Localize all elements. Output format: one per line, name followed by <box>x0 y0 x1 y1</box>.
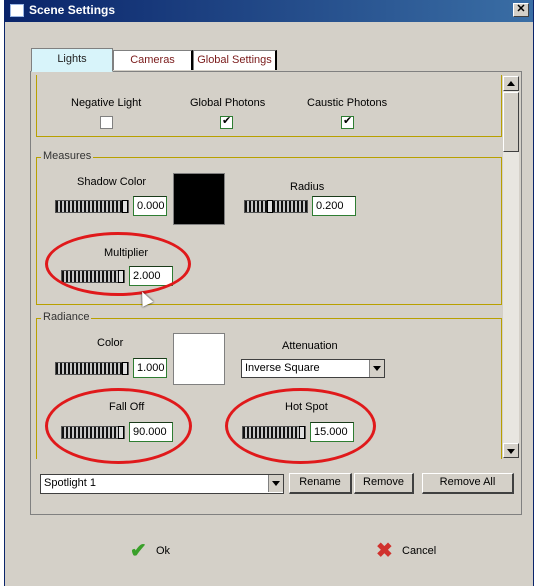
negative-light-label: Negative Light <box>71 97 142 109</box>
chevron-down-icon[interactable] <box>268 475 283 492</box>
checkmark-icon: ✔ <box>130 540 147 562</box>
negative-light-checkbox[interactable] <box>100 116 113 129</box>
hot-spot-input[interactable]: 15.000 <box>310 422 354 442</box>
light-select-value: Spotlight 1 <box>44 477 96 489</box>
global-photons-label: Global Photons <box>190 97 266 109</box>
hot-spot-slider[interactable] <box>242 426 306 439</box>
x-icon: ✖ <box>376 540 393 562</box>
scroll-up-button[interactable] <box>503 76 519 91</box>
attenuation-value: Inverse Square <box>245 362 320 374</box>
radius-input[interactable]: 0.200 <box>312 196 356 216</box>
measures-group: Measures Shadow Color 0.000 Radius 0.200… <box>36 150 502 305</box>
tab-lights[interactable]: Lights <box>31 48 113 72</box>
photons-group: Negative Light Global Photons Caustic Ph… <box>36 75 502 137</box>
measures-group-title: Measures <box>41 150 94 162</box>
app-icon <box>10 4 24 17</box>
slider-thumb[interactable] <box>118 426 124 439</box>
hot-spot-label: Hot Spot <box>285 401 328 413</box>
lights-scroll-area[interactable]: Negative Light Global Photons Caustic Ph… <box>36 75 502 459</box>
caustic-photons-label: Caustic Photons <box>307 97 388 109</box>
fall-off-slider[interactable] <box>61 426 125 439</box>
slider-thumb[interactable] <box>267 200 273 213</box>
tab-cameras[interactable]: Cameras <box>113 50 193 70</box>
global-photons-checkbox[interactable] <box>220 114 233 129</box>
radiance-color-slider[interactable] <box>55 362 129 375</box>
chevron-down-icon[interactable] <box>369 360 384 377</box>
scroll-thumb[interactable] <box>503 92 519 152</box>
ok-button[interactable]: ✔ Ok <box>130 540 190 563</box>
close-icon: ✕ <box>516 3 526 15</box>
slider-thumb[interactable] <box>118 270 124 283</box>
shadow-color-input[interactable]: 0.000 <box>133 196 167 216</box>
multiplier-label: Multiplier <box>104 247 149 259</box>
remove-button[interactable]: Remove <box>354 473 414 494</box>
shadow-color-swatch[interactable] <box>173 173 225 225</box>
radius-slider[interactable] <box>244 200 308 213</box>
radiance-color-label: Color <box>97 337 124 349</box>
ok-label: Ok <box>156 545 171 557</box>
radiance-group-title: Radiance <box>41 311 92 323</box>
multiplier-slider[interactable] <box>61 270 125 283</box>
caustic-photons-checkbox[interactable] <box>341 114 354 129</box>
attenuation-select[interactable]: Inverse Square <box>241 359 385 378</box>
radiance-color-input[interactable]: 1.000 <box>133 358 167 378</box>
title-bar: Scene Settings ✕ <box>5 0 533 22</box>
shadow-color-slider[interactable] <box>55 200 129 213</box>
light-select[interactable]: Spotlight 1 <box>40 474 284 494</box>
vertical-scrollbar[interactable] <box>503 76 519 458</box>
window-title: Scene Settings <box>29 3 116 17</box>
fall-off-label: Fall Off <box>109 401 145 413</box>
remove-all-button[interactable]: Remove All <box>422 473 514 494</box>
fall-off-input[interactable]: 90.000 <box>129 422 173 442</box>
radius-label: Radius <box>290 181 325 193</box>
scroll-down-button[interactable] <box>503 443 519 458</box>
rename-button[interactable]: Rename <box>289 473 352 494</box>
tab-global-settings[interactable]: Global Settings <box>193 50 277 70</box>
attenuation-label: Attenuation <box>282 340 338 352</box>
radiance-group: Radiance Color 1.000 Attenuation Inverse… <box>36 311 502 459</box>
slider-thumb[interactable] <box>122 200 128 213</box>
cancel-button[interactable]: ✖ Cancel <box>376 540 446 563</box>
close-button[interactable]: ✕ <box>513 3 529 17</box>
radiance-color-swatch[interactable] <box>173 333 225 385</box>
shadow-color-label: Shadow Color <box>77 176 147 188</box>
multiplier-input[interactable]: 2.000 <box>129 266 173 286</box>
slider-thumb[interactable] <box>299 426 305 439</box>
slider-thumb[interactable] <box>122 362 128 375</box>
cancel-label: Cancel <box>402 545 437 557</box>
